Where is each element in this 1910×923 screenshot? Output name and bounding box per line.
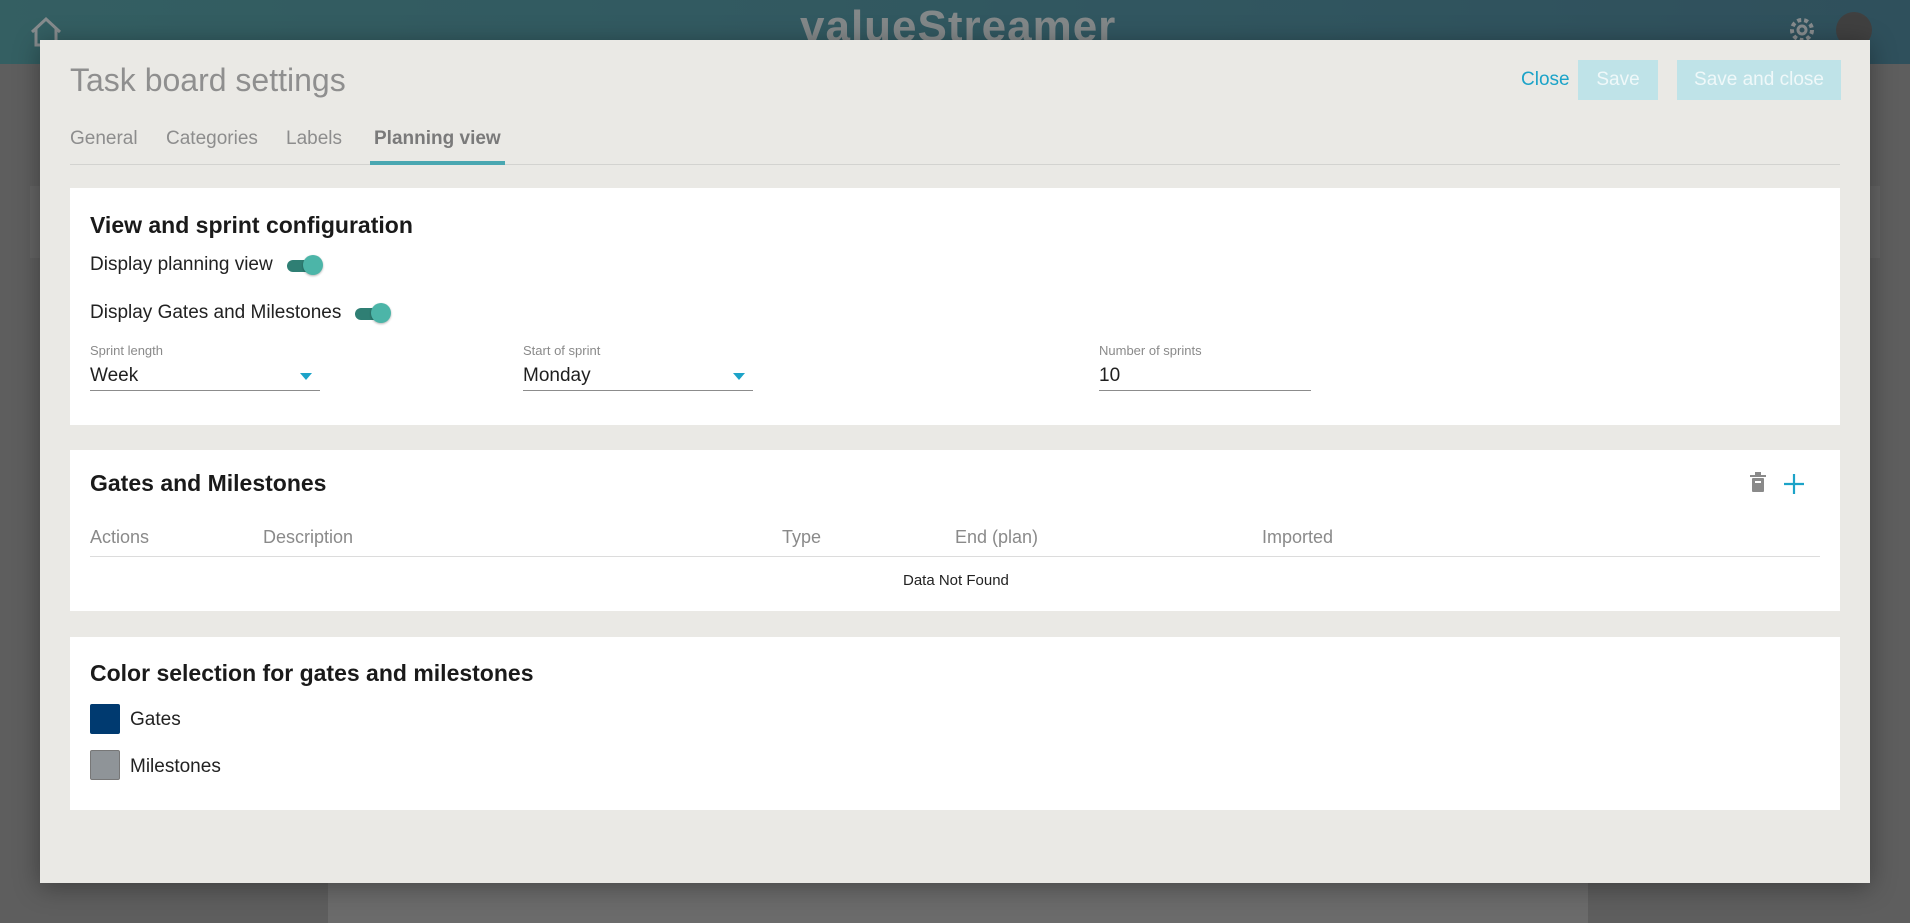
tab-general[interactable]: General [70, 128, 138, 164]
start-of-sprint-value: Monday [523, 365, 591, 386]
sprint-length-select[interactable]: Week [90, 362, 320, 391]
tab-planning-view[interactable]: Planning view [370, 128, 505, 165]
display-gates-label: Display Gates and Milestones [90, 302, 342, 323]
add-icon[interactable] [1782, 472, 1806, 496]
sprint-length-field: Sprint length Week [90, 343, 320, 391]
start-of-sprint-select[interactable]: Monday [523, 362, 753, 391]
display-gates-row: Display Gates and Milestones [90, 302, 392, 324]
milestones-color-label: Milestones [130, 756, 221, 777]
display-planning-view-label: Display planning view [90, 254, 273, 275]
number-of-sprints-label: Number of sprints [1099, 343, 1202, 358]
column-end-plan[interactable]: End (plan) [955, 527, 1038, 548]
empty-table-message: Data Not Found [903, 572, 1009, 589]
view-sprint-config-card: View and sprint configuration Display pl… [70, 188, 1840, 425]
gates-color-swatch[interactable] [90, 704, 120, 734]
display-planning-view-toggle[interactable] [285, 255, 323, 275]
number-of-sprints-input[interactable]: 10 [1099, 362, 1311, 391]
sprint-length-value: Week [90, 365, 139, 386]
chevron-down-icon [300, 373, 312, 380]
gates-milestones-card: Gates and Milestones Actions Description… [70, 450, 1840, 611]
delete-icon[interactable] [1748, 472, 1768, 494]
number-of-sprints-value: 10 [1099, 365, 1121, 386]
display-planning-view-row: Display planning view [90, 254, 323, 276]
sprint-length-label: Sprint length [90, 343, 163, 358]
settings-tabs: General Categories Labels Planning view [70, 128, 1840, 165]
gates-color-label: Gates [130, 709, 181, 730]
task-board-settings-dialog: Task board settings Close Save Save and … [40, 40, 1870, 883]
column-actions[interactable]: Actions [90, 527, 149, 548]
column-imported[interactable]: Imported [1262, 527, 1333, 548]
milestones-color-swatch[interactable] [90, 750, 120, 780]
color-selection-title: Color selection for gates and milestones [90, 660, 534, 686]
gates-milestones-title: Gates and Milestones [90, 470, 327, 496]
table-divider [90, 556, 1820, 557]
save-button[interactable]: Save [1578, 60, 1658, 100]
start-of-sprint-field: Start of sprint Monday [523, 343, 753, 391]
chevron-down-icon [733, 373, 745, 380]
tab-categories[interactable]: Categories [166, 128, 258, 164]
display-gates-toggle[interactable] [353, 303, 392, 323]
dialog-title: Task board settings [70, 62, 346, 98]
number-of-sprints-field: Number of sprints 10 [1099, 343, 1311, 391]
save-and-close-button[interactable]: Save and close [1677, 60, 1841, 100]
column-description[interactable]: Description [263, 527, 353, 548]
tab-labels[interactable]: Labels [286, 128, 342, 164]
color-selection-card: Color selection for gates and milestones… [70, 637, 1840, 810]
start-of-sprint-label: Start of sprint [523, 343, 601, 358]
view-sprint-config-title: View and sprint configuration [90, 212, 413, 238]
column-type[interactable]: Type [782, 527, 821, 548]
close-button[interactable]: Close [1513, 60, 1578, 100]
